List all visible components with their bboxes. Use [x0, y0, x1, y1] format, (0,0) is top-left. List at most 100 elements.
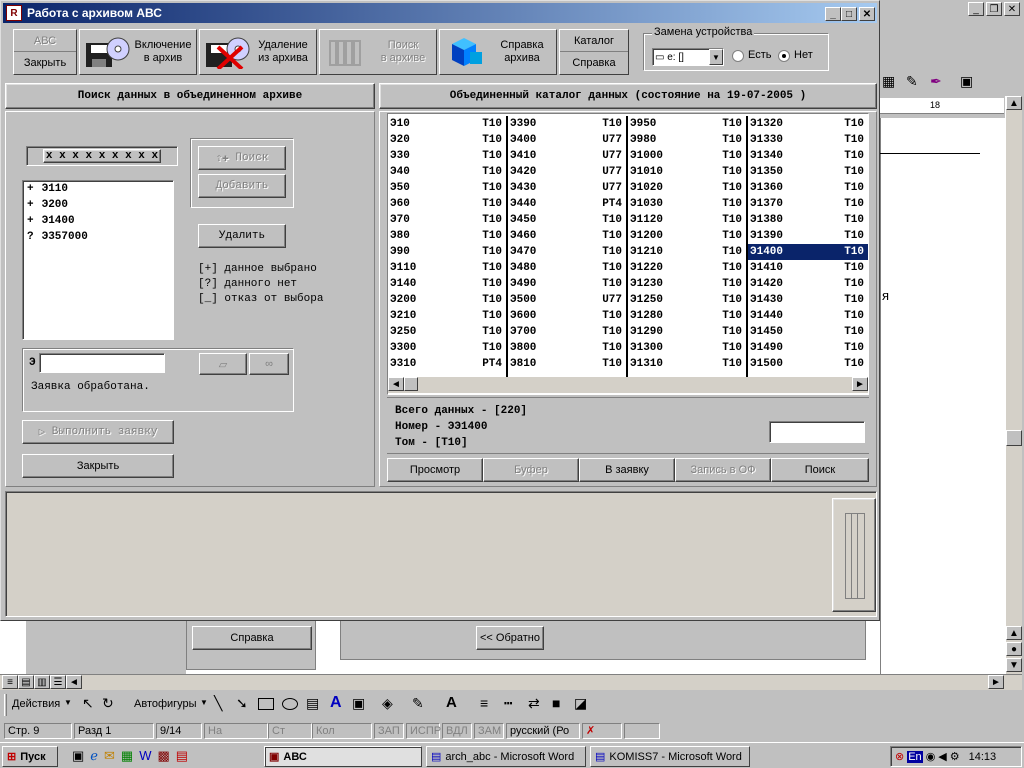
catalog-row[interactable]: Э500 U77 — [508, 292, 626, 308]
catalog-row[interactable]: Э1390 T10 — [748, 228, 868, 244]
catalog-row[interactable]: Э810 T10 — [508, 356, 626, 372]
task-abc[interactable]: ▣ АВС — [264, 746, 422, 767]
catalog-row[interactable]: Э90 T10 — [388, 244, 506, 260]
request-input[interactable] — [39, 353, 165, 373]
catalog-row[interactable]: Э1320 T10 — [748, 116, 868, 132]
catalog-row[interactable]: Э1380 T10 — [748, 212, 868, 228]
selected-data-list[interactable]: + Э110 + Э200 + Э1400? Э357000 — [22, 180, 174, 340]
bg-help-button[interactable]: Справка — [192, 626, 312, 650]
actions-menu[interactable]: Действия — [12, 698, 60, 710]
save-icon[interactable]: ▤ — [176, 748, 188, 764]
chevron-down-icon[interactable]: ▼ — [64, 698, 72, 707]
catalog-row[interactable]: Э1210 T10 — [628, 244, 746, 260]
catalog-row[interactable]: Э390 T10 — [508, 116, 626, 132]
rectangle-icon[interactable] — [258, 698, 274, 710]
scroll-left-icon[interactable]: ◄ — [388, 377, 404, 391]
scroll-up-icon[interactable]: ▲ — [1006, 96, 1022, 110]
remove-archive-button[interactable]: Удаление из архива — [199, 29, 317, 75]
catalog-row[interactable]: Э1340 T10 — [748, 148, 868, 164]
abc-button[interactable]: АВС — [14, 30, 76, 52]
spell-icon[interactable]: ✎ — [906, 73, 918, 90]
catalog-row[interactable]: Э110 T10 — [388, 260, 506, 276]
bg-back-button[interactable]: << Обратно — [476, 626, 544, 650]
catalog-row[interactable]: Э410 U77 — [508, 148, 626, 164]
chevron-down-icon[interactable]: ▼ — [200, 698, 208, 707]
catalog-row[interactable]: Э20 T10 — [388, 132, 506, 148]
toolbar-close-button[interactable]: Закрыть — [14, 52, 76, 74]
catalog-row[interactable]: Э430 U77 — [508, 180, 626, 196]
arrow-style-icon[interactable]: ⇄ — [528, 695, 540, 712]
catalog-row[interactable]: Э1120 T10 — [628, 212, 746, 228]
catalog-row[interactable]: Э950 T10 — [628, 116, 746, 132]
catalog-row[interactable]: Э1310 T10 — [628, 356, 746, 372]
catalog-search-button[interactable]: Поиск — [771, 458, 869, 482]
catalog-row[interactable]: Э300 T10 — [388, 340, 506, 356]
add-button[interactable]: Добавить — [198, 174, 286, 198]
catalog-row[interactable]: Э1290 T10 — [628, 324, 746, 340]
catalog-row[interactable]: Э1490 T10 — [748, 340, 868, 356]
scroll-up-icon[interactable]: ▲ — [1006, 626, 1022, 640]
close-button[interactable]: Закрыть — [22, 454, 174, 478]
lang-indicator[interactable]: En — [907, 750, 923, 763]
catalog-row[interactable]: Э490 T10 — [508, 276, 626, 292]
catalog-row[interactable]: Э50 T10 — [388, 180, 506, 196]
catalog-button[interactable]: Каталог — [560, 30, 628, 52]
scroll-circle-icon[interactable]: ● — [1006, 642, 1022, 656]
catalog-row[interactable]: Э1400 T10 — [748, 244, 868, 260]
ie-icon[interactable]: ℯ — [90, 748, 98, 764]
bg-minimize-button[interactable]: _ — [968, 2, 984, 16]
archive-help-button[interactable]: Справка архива — [439, 29, 557, 75]
close-window-button[interactable]: ✕ — [859, 7, 875, 21]
spellcheck-status-icon[interactable]: ✗ — [582, 723, 622, 739]
include-archive-button[interactable]: Включение в архив — [79, 29, 197, 75]
catalog-row[interactable]: Э700 T10 — [508, 324, 626, 340]
list-item[interactable]: ? Э357000 — [27, 231, 169, 247]
view-outline-icon[interactable]: ☰ — [50, 675, 66, 689]
radio-no[interactable] — [778, 50, 790, 62]
mask-button[interactable]: ∞ — [249, 353, 289, 375]
catalog-row[interactable]: Э40 T10 — [388, 164, 506, 180]
wordart-icon[interactable]: A — [330, 694, 342, 712]
fill-color-icon[interactable]: ◈ — [382, 695, 393, 712]
status-ext[interactable]: ВДЛ — [442, 723, 472, 739]
status-trk[interactable]: ИСПР — [406, 723, 441, 739]
catalog-row[interactable]: Э1010 T10 — [628, 164, 746, 180]
shadow-icon[interactable]: ■ — [552, 695, 560, 711]
catalog-row[interactable]: Э60 T10 — [388, 196, 506, 212]
delete-button[interactable]: Удалить — [198, 224, 286, 248]
title-bar[interactable]: R Работа с архивом АВС _ □ ✕ — [3, 3, 877, 23]
catalog-row[interactable]: Э1230 T10 — [628, 276, 746, 292]
rotate-icon[interactable]: ↻ — [102, 695, 114, 712]
catalog-hscroll[interactable]: ◄ ► — [388, 377, 868, 393]
pointer-icon[interactable]: ↖ — [82, 695, 94, 712]
volume-icon[interactable]: ◀ — [938, 750, 946, 763]
catalog-row[interactable]: Э420 U77 — [508, 164, 626, 180]
catalog-row[interactable]: Э800 T10 — [508, 340, 626, 356]
outlook-icon[interactable]: ✉ — [104, 748, 115, 764]
catalog-row[interactable]: Э980 T10 — [628, 132, 746, 148]
write-of-button[interactable]: Запись в ОФ — [675, 458, 771, 482]
catalog-row[interactable]: Э1020 T10 — [628, 180, 746, 196]
line-icon[interactable]: ╲ — [214, 695, 222, 712]
dash-style-icon[interactable]: ┅ — [504, 695, 512, 712]
catalog-row[interactable]: Э450 T10 — [508, 212, 626, 228]
catalog-row[interactable]: Э1330 T10 — [748, 132, 868, 148]
info-input[interactable] — [769, 421, 865, 443]
bg-close-button[interactable]: ✕ — [1004, 2, 1020, 16]
catalog-row[interactable]: Э1300 T10 — [628, 340, 746, 356]
catalog-row[interactable]: Э400 U77 — [508, 132, 626, 148]
catalog-row[interactable]: Э30 T10 — [388, 148, 506, 164]
autoshapes-menu[interactable]: Автофигуры — [134, 698, 197, 710]
catalog-row[interactable]: Э140 T10 — [388, 276, 506, 292]
buffer-button[interactable]: Буфер — [483, 458, 579, 482]
radio-yes[interactable] — [732, 50, 744, 62]
catalog-row[interactable]: Э1030 T10 — [628, 196, 746, 212]
catalog-row[interactable]: Э10 T10 — [388, 116, 506, 132]
tray-disc-icon[interactable]: ◉ — [926, 750, 936, 763]
font-color-icon[interactable]: A — [446, 694, 457, 711]
line-style-icon[interactable]: ≡ — [480, 695, 488, 711]
maximize-button[interactable]: □ — [841, 7, 857, 21]
start-button[interactable]: ⊞ Пуск — [2, 746, 58, 767]
catalog-row[interactable]: Э1410 T10 — [748, 260, 868, 276]
catalog-row[interactable]: Э250 T10 — [388, 324, 506, 340]
